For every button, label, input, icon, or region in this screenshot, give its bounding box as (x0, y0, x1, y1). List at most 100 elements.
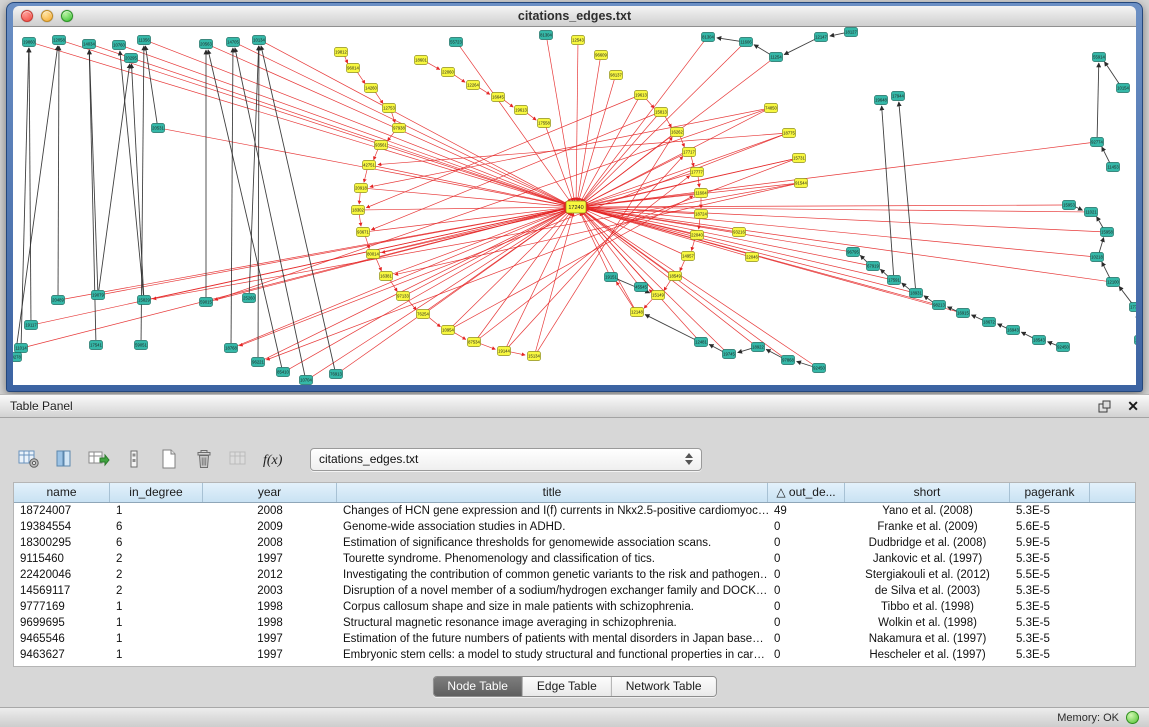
graph-node[interactable]: 93561 (375, 141, 388, 150)
graph-edge[interactable] (211, 46, 567, 205)
graph-edge[interactable] (263, 210, 568, 360)
graph-node[interactable]: 16262 (671, 128, 684, 137)
network-view-window[interactable]: citations_edges.txt 17240186012206012264… (6, 2, 1143, 392)
graph-edge[interactable] (366, 97, 635, 208)
graph-node[interactable]: 10954 (442, 326, 455, 335)
graph-edge[interactable] (382, 159, 793, 253)
graph-edge[interactable] (21, 48, 29, 343)
graph-node[interactable]: 15813 (655, 108, 668, 117)
graph-edge[interactable] (426, 62, 439, 70)
graph-node[interactable]: 93671 (357, 228, 370, 237)
graph-node[interactable]: 74850 (765, 104, 778, 113)
graph-edge[interactable] (738, 348, 752, 352)
graph-node[interactable]: 92450 (1057, 343, 1070, 352)
graph-node[interactable]: 91544 (795, 179, 808, 188)
graph-edge[interactable] (359, 215, 361, 226)
graph-node[interactable]: 14034 (83, 40, 96, 49)
graph-node[interactable]: 55914 (1093, 53, 1106, 62)
graph-node[interactable]: 18775 (783, 129, 796, 138)
graph-node[interactable]: 55723 (450, 38, 463, 47)
graph-node[interactable]: 19613 (515, 106, 528, 115)
import-table-button[interactable] (86, 446, 112, 472)
graph-node[interactable]: 97938 (393, 124, 406, 133)
graph-node[interactable]: 10945 (1135, 336, 1137, 345)
graph-edge[interactable] (646, 98, 655, 108)
graph-node[interactable]: 59051 (135, 341, 148, 350)
graph-edge[interactable] (585, 208, 1091, 257)
function-builder-button[interactable]: f(x) (261, 446, 287, 472)
graph-node[interactable]: 12753 (383, 104, 396, 113)
graph-node[interactable]: 10154 (1117, 84, 1130, 93)
graph-node[interactable]: 19812 (335, 48, 348, 57)
graph-node[interactable]: 16943 (1007, 326, 1020, 335)
table-row[interactable]: 911546021997Tourette syndrome. Phenomeno… (14, 551, 1135, 567)
graph-edge[interactable] (1102, 147, 1110, 163)
graph-edge[interactable] (345, 56, 348, 63)
graph-node[interactable]: 92450 (813, 364, 826, 373)
graph-node[interactable]: 19648 (875, 96, 888, 105)
graph-node[interactable]: 19860 (23, 38, 36, 47)
table-row[interactable]: 946362711997Embryonic stem cells: a mode… (14, 647, 1135, 663)
graph-edge[interactable] (899, 102, 916, 288)
graph-edge[interactable] (830, 33, 845, 36)
graph-node[interactable]: 11021 (1085, 208, 1098, 217)
graph-node[interactable]: 87534 (468, 338, 481, 347)
graph-node[interactable]: 18549 (669, 272, 682, 281)
graph-node[interactable]: 14705 (227, 38, 240, 47)
float-panel-icon[interactable] (1098, 400, 1111, 413)
graph-edge[interactable] (341, 210, 569, 371)
graph-node[interactable]: 76254 (417, 310, 430, 319)
graph-edge[interactable] (120, 51, 144, 295)
graph-node[interactable]: 16915 (957, 309, 970, 318)
graph-node[interactable]: 67919 (867, 262, 880, 271)
graph-node[interactable]: 19745 (723, 350, 736, 359)
graph-node[interactable]: 22046 (746, 253, 759, 262)
graph-node[interactable]: 97868 (782, 356, 795, 365)
delete-table-button[interactable] (191, 446, 217, 472)
graph-node[interactable]: 17777 (691, 168, 704, 177)
network-canvas[interactable]: 1724018601220601226416645196131755819812… (13, 27, 1136, 385)
graph-node[interactable]: 12543 (572, 36, 585, 45)
column-header-name[interactable]: name (14, 483, 110, 502)
graph-node[interactable]: 20295 (125, 54, 138, 63)
graph-edge[interactable] (698, 177, 699, 187)
graph-node[interactable]: 18127 (845, 28, 858, 37)
graph-edge[interactable] (99, 64, 130, 290)
merge-tables-button[interactable] (226, 446, 252, 472)
column-header-year[interactable]: year (203, 483, 337, 502)
graph-node[interactable]: 96609 (595, 51, 608, 60)
graph-node[interactable]: 17944 (892, 92, 905, 101)
graph-edge[interactable] (264, 42, 568, 204)
graph-edge[interactable] (95, 46, 568, 206)
tab-edge-table[interactable]: Edge Table (522, 677, 611, 696)
show-rows-button[interactable] (121, 446, 147, 472)
table-row[interactable]: 1830029562008Estimation of significance … (14, 535, 1135, 551)
graph-edge[interactable] (717, 38, 740, 42)
graph-edge[interactable] (680, 260, 685, 271)
graph-edge[interactable] (125, 47, 568, 205)
graph-node[interactable]: 80014 (367, 250, 380, 259)
table-row[interactable]: 1872400712008Changes of HCN gene express… (14, 503, 1135, 519)
graph-node[interactable]: 10218 (1091, 253, 1104, 262)
graph-node[interactable]: 19079 (92, 291, 105, 300)
graph-edge[interactable] (645, 315, 695, 340)
graph-edge[interactable] (150, 208, 567, 299)
graph-edge[interactable] (709, 344, 723, 352)
window-titlebar[interactable]: citations_edges.txt (13, 6, 1136, 27)
graph-edge[interactable] (29, 48, 31, 320)
graph-node[interactable]: 11014 (15, 344, 28, 353)
graph-node[interactable]: 18931 (910, 289, 923, 298)
graph-edge[interactable] (249, 46, 258, 293)
table-row[interactable]: 1456911722003Disruption of a novel membe… (14, 583, 1135, 599)
graph-edge[interactable] (131, 64, 143, 295)
graph-node[interactable]: 42751 (363, 161, 376, 170)
graph-edge[interactable] (585, 208, 1107, 281)
graph-node[interactable]: 10278 (13, 353, 22, 362)
graph-node[interactable]: 92774 (1091, 138, 1104, 147)
graph-edge[interactable] (374, 149, 378, 160)
graph-node[interactable]: 20918 (355, 184, 368, 193)
tab-node-table[interactable]: Node Table (433, 677, 522, 696)
graph-node[interactable]: 22040 (691, 231, 704, 240)
graph-node[interactable]: 98213 (933, 301, 946, 310)
table-row[interactable]: 969969511998Structural magnetic resonanc… (14, 615, 1135, 631)
